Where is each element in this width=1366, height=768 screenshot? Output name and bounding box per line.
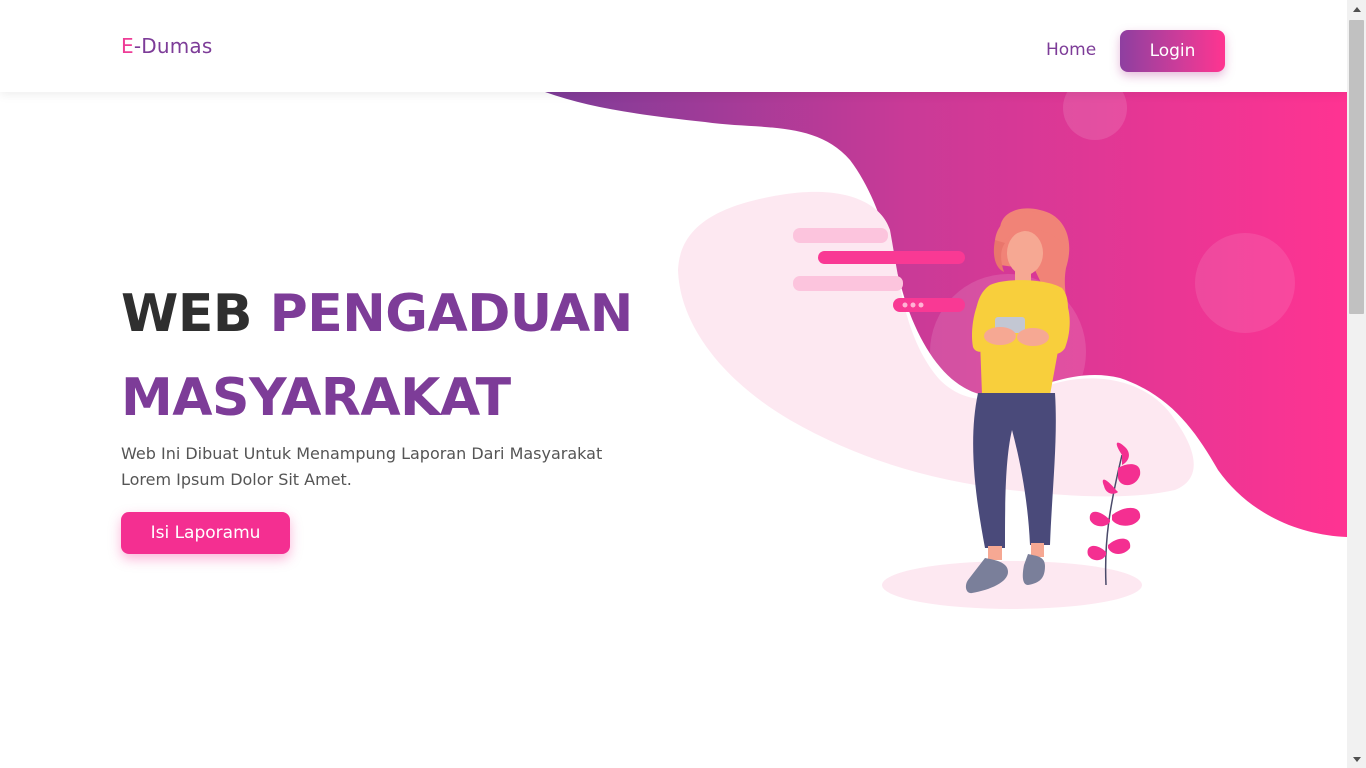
blob-circle xyxy=(1195,233,1295,333)
hero-title-word-masyarakat: MASYARAKAT xyxy=(121,368,511,428)
page: E-Dumas Home Login WEB PENGADUAN MASYARA… xyxy=(0,0,1347,768)
submit-report-button[interactable]: Isi Laporamu xyxy=(121,512,290,554)
vertical-scrollbar[interactable] xyxy=(1347,0,1366,768)
brand-name: -Dumas xyxy=(133,34,213,58)
scroll-down-icon[interactable] xyxy=(1347,750,1366,768)
scroll-up-icon[interactable] xyxy=(1347,0,1366,18)
login-button[interactable]: Login xyxy=(1120,30,1225,72)
hero-title-word-pengaduan: PENGADUAN xyxy=(269,284,634,344)
navbar: E-Dumas Home Login xyxy=(0,0,1347,92)
hero-description-line1: Web Ini Dibuat Untuk Menampung Laporan D… xyxy=(121,444,603,463)
hero-title: WEB PENGADUAN MASYARAKAT xyxy=(121,272,681,440)
ground-shadow xyxy=(882,561,1142,609)
nav-home-link[interactable]: Home xyxy=(1046,40,1096,60)
hero-description: Web Ini Dibuat Untuk Menampung Laporan D… xyxy=(121,441,661,493)
brand-logo[interactable]: E-Dumas xyxy=(121,34,213,58)
scroll-thumb[interactable] xyxy=(1349,20,1364,314)
brand-prefix: E xyxy=(121,34,134,58)
hero-title-word-web: WEB xyxy=(121,284,253,344)
hero-description-line2: Lorem Ipsum Dolor Sit Amet. xyxy=(121,470,352,489)
